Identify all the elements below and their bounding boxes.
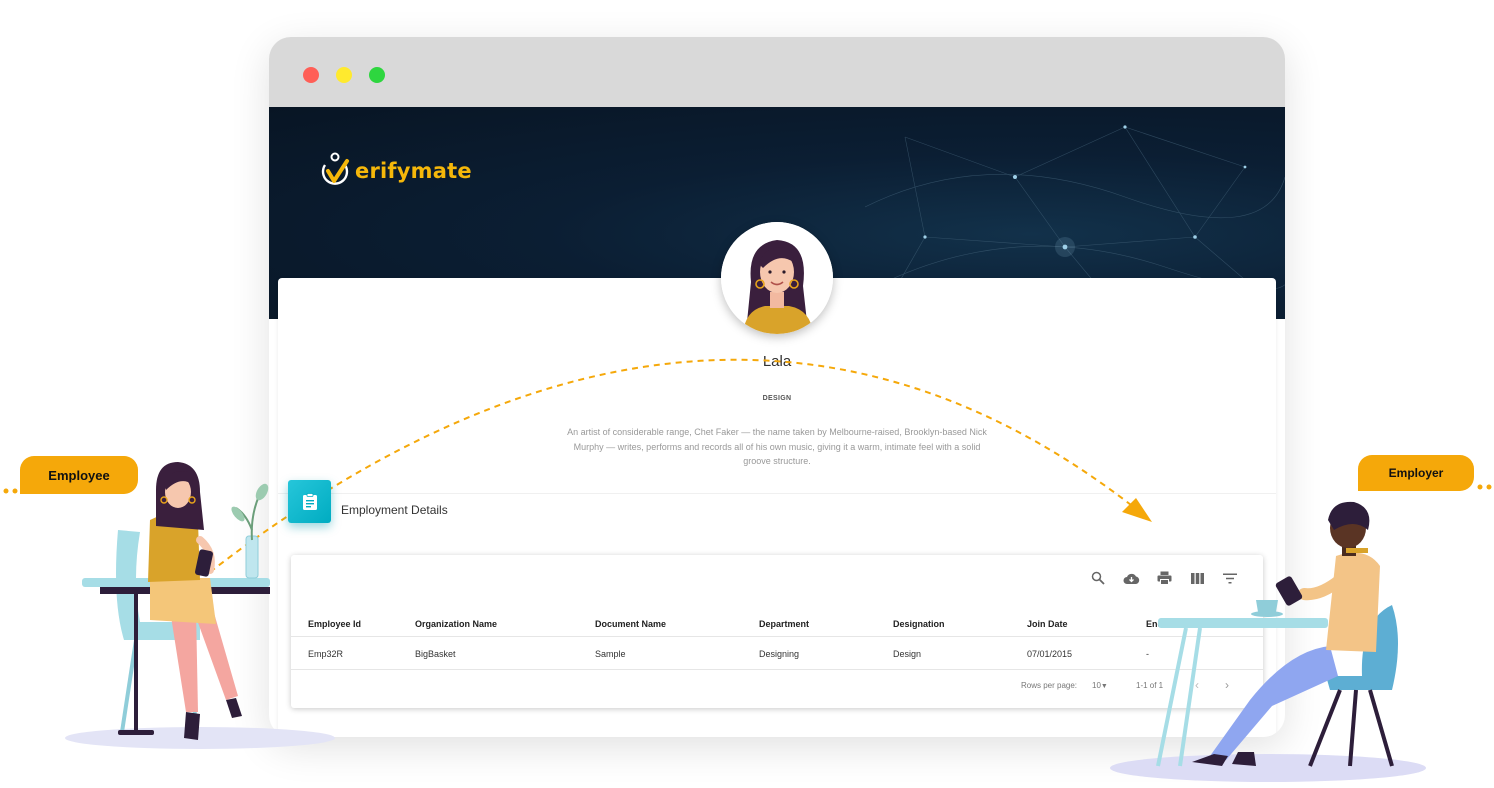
rows-per-page-value: 10 bbox=[1092, 681, 1101, 690]
print-button[interactable] bbox=[1155, 569, 1173, 587]
employer-tag: Employer bbox=[1358, 455, 1474, 491]
section-divider bbox=[278, 493, 1276, 494]
cell-employee-id: Emp32R bbox=[308, 649, 344, 659]
download-button[interactable] bbox=[1122, 569, 1140, 587]
logo-check-icon bbox=[321, 152, 349, 185]
employment-section-icon bbox=[288, 480, 331, 523]
cell-organization-name: BigBasket bbox=[415, 649, 456, 659]
previous-page-button[interactable]: ‹ bbox=[1195, 678, 1199, 692]
filter-icon bbox=[1223, 573, 1237, 583]
employment-table: Employee Id Organization Name Document N… bbox=[291, 555, 1263, 708]
next-page-button[interactable]: › bbox=[1225, 678, 1229, 692]
column-header-organization-name[interactable]: Organization Name bbox=[415, 611, 497, 637]
maximize-window-button[interactable] bbox=[369, 67, 385, 83]
table-toolbar bbox=[1089, 569, 1239, 587]
print-icon bbox=[1157, 571, 1171, 585]
verifymate-logo: erifymate bbox=[317, 151, 472, 191]
cell-department: Designing bbox=[759, 649, 800, 659]
profile-avatar bbox=[721, 222, 833, 334]
cell-end-date: - bbox=[1146, 649, 1149, 659]
profile-name: Lala bbox=[762, 353, 792, 370]
rows-per-page-label: Rows per page: bbox=[1021, 681, 1078, 690]
chevron-down-icon: ▼ bbox=[1100, 683, 1108, 690]
title-bar bbox=[269, 37, 1285, 107]
cell-designation: Design bbox=[893, 649, 922, 659]
brand-name: erifymate bbox=[355, 159, 472, 183]
profile-bio: An artist of considerable range, Chet Fa… bbox=[567, 427, 987, 466]
column-header-end-date[interactable]: End Date bbox=[1146, 611, 1185, 637]
browser-window: erifymate Lala DESIGN An artist of consi… bbox=[269, 37, 1285, 737]
cloud-download-icon bbox=[1123, 573, 1139, 584]
minimize-window-button[interactable] bbox=[336, 67, 352, 83]
column-header-designation[interactable]: Designation bbox=[893, 611, 945, 637]
employment-details-title: Employment Details bbox=[341, 503, 448, 517]
profile-department: DESIGN bbox=[762, 395, 792, 402]
clipboard-icon bbox=[302, 492, 317, 510]
search-icon bbox=[1091, 571, 1105, 585]
search-button[interactable] bbox=[1089, 569, 1107, 587]
table-row[interactable]: Emp32R BigBasket Sample Designing Design… bbox=[291, 638, 1263, 670]
filter-button[interactable] bbox=[1221, 569, 1239, 587]
cell-join-date: 07/01/2015 bbox=[1027, 649, 1073, 659]
column-header-department[interactable]: Department bbox=[759, 611, 809, 637]
table-header-row: Employee Id Organization Name Document N… bbox=[291, 611, 1263, 637]
view-columns-button[interactable] bbox=[1188, 569, 1206, 587]
pagination-range: 1-1 of 1 bbox=[1136, 681, 1164, 690]
column-header-join-date[interactable]: Join Date bbox=[1027, 611, 1068, 637]
column-header-document-name[interactable]: Document Name bbox=[595, 611, 666, 637]
cell-document-name: Sample bbox=[595, 649, 626, 659]
close-window-button[interactable] bbox=[303, 67, 319, 83]
employee-tag: Employee bbox=[20, 456, 138, 494]
rows-per-page-select[interactable]: 10▼ bbox=[1092, 681, 1108, 690]
column-header-employee-id[interactable]: Employee Id bbox=[308, 611, 361, 637]
view-column-icon bbox=[1190, 572, 1204, 584]
